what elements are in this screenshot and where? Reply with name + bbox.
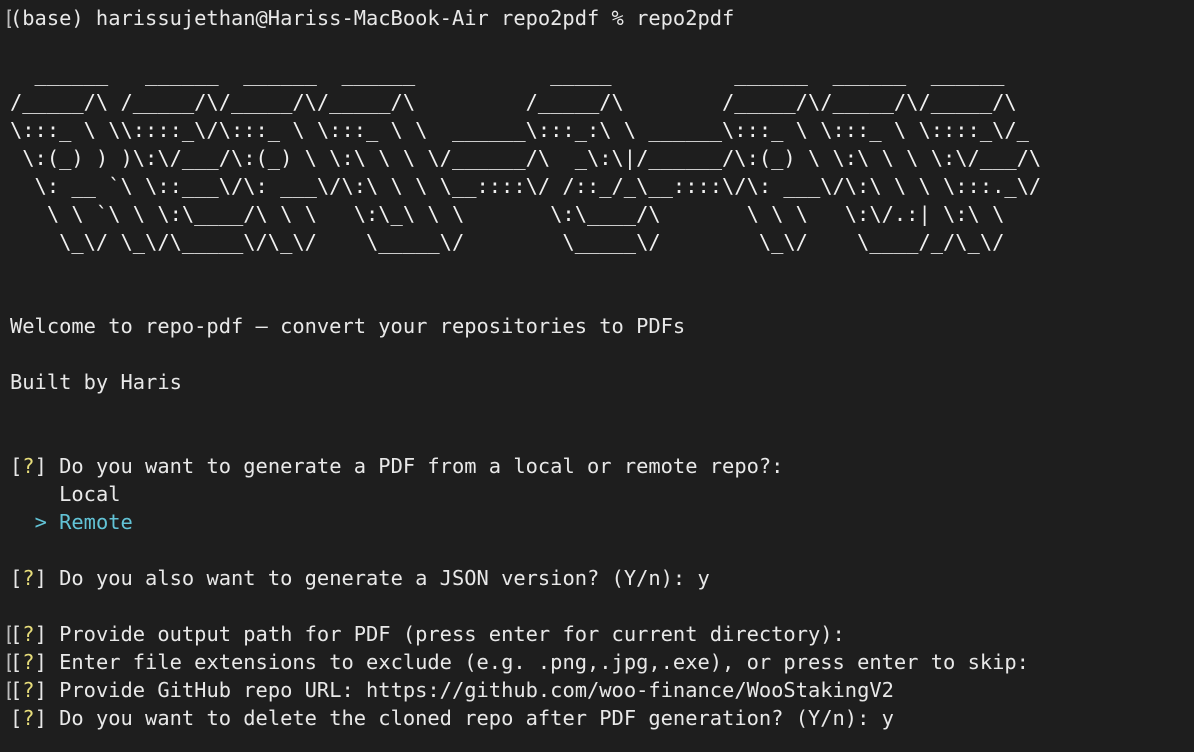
question-text: Provide output path for PDF (press enter…	[59, 622, 845, 646]
banner-line: /_____/\ /_____/\/_____/\/_____/\ /_____…	[10, 90, 1017, 114]
question-output-path: [[?] Provide output path for PDF (press …	[0, 620, 1194, 648]
question-mark-icon: ?	[22, 566, 35, 590]
ascii-banner: ______ ______ ______ ______ _____ ______…	[0, 60, 1194, 256]
question-mark-icon: ?	[22, 454, 35, 478]
banner-line: \ \ `\ \ \:\____/\ \ \ \:\_\ \ \ \:\____…	[10, 202, 1005, 226]
option-remote[interactable]: > Remote	[0, 508, 1194, 536]
option-local[interactable]: Local	[0, 480, 1194, 508]
question-text: Do you want to delete the cloned repo af…	[59, 706, 894, 730]
welcome-message: Welcome to repo-pdf — convert your repos…	[10, 314, 686, 338]
question-repo-url: [[?] Provide GitHub repo URL: https://gi…	[0, 676, 1194, 704]
question-text: Enter file extensions to exclude (e.g. .…	[59, 650, 1029, 674]
selection-pointer-icon: >	[34, 510, 47, 534]
command-prompt-line: [(base) harissujethan@Hariss-MacBook-Air…	[0, 4, 1194, 32]
question-text: Provide GitHub repo URL: https://github.…	[59, 678, 894, 702]
question-exclude-extensions: [[?] Enter file extensions to exclude (e…	[0, 648, 1194, 676]
line-marker: [	[3, 648, 11, 676]
banner-line: \_\/ \_\/\_____\/\_\/ \_____\/ \_____\/ …	[10, 230, 1005, 254]
question-delete-clone: [?] Do you want to delete the cloned rep…	[10, 706, 894, 730]
question-mark-icon: ?	[22, 706, 35, 730]
built-by-message: Built by Haris	[10, 370, 182, 394]
line-marker: [	[3, 620, 11, 648]
banner-line: \: __ `\ \::___\/\: ___\/\:\ \ \ \__::::…	[10, 174, 1042, 198]
banner-line: ______ ______ ______ ______ _____ ______…	[10, 62, 1005, 86]
question-mark-icon: ?	[22, 622, 35, 646]
banner-line: \:(_) ) )\:\/___/\:(_) \ \:\ \ \ \/_____…	[10, 146, 1042, 170]
command-prompt: (base) harissujethan@Hariss-MacBook-Air …	[10, 6, 735, 30]
question-mark-icon: ?	[22, 678, 35, 702]
question-repo-source: [?] Do you want to generate a PDF from a…	[10, 454, 784, 478]
option-local-label: Local	[59, 482, 121, 506]
question-json-version: [?] Do you also want to generate a JSON …	[10, 566, 710, 590]
question-mark-icon: ?	[22, 650, 35, 674]
question-text: Do you also want to generate a JSON vers…	[59, 566, 710, 590]
question-text: Do you want to generate a PDF from a loc…	[59, 454, 784, 478]
line-marker: [	[3, 4, 11, 32]
banner-line: \:::_ \ \\::::_\/\:::_ \ \:::_ \ \ _____…	[10, 118, 1029, 142]
terminal-window[interactable]: [(base) harissujethan@Hariss-MacBook-Air…	[0, 0, 1194, 752]
line-marker: [	[3, 676, 11, 704]
option-remote-label: Remote	[59, 510, 133, 534]
